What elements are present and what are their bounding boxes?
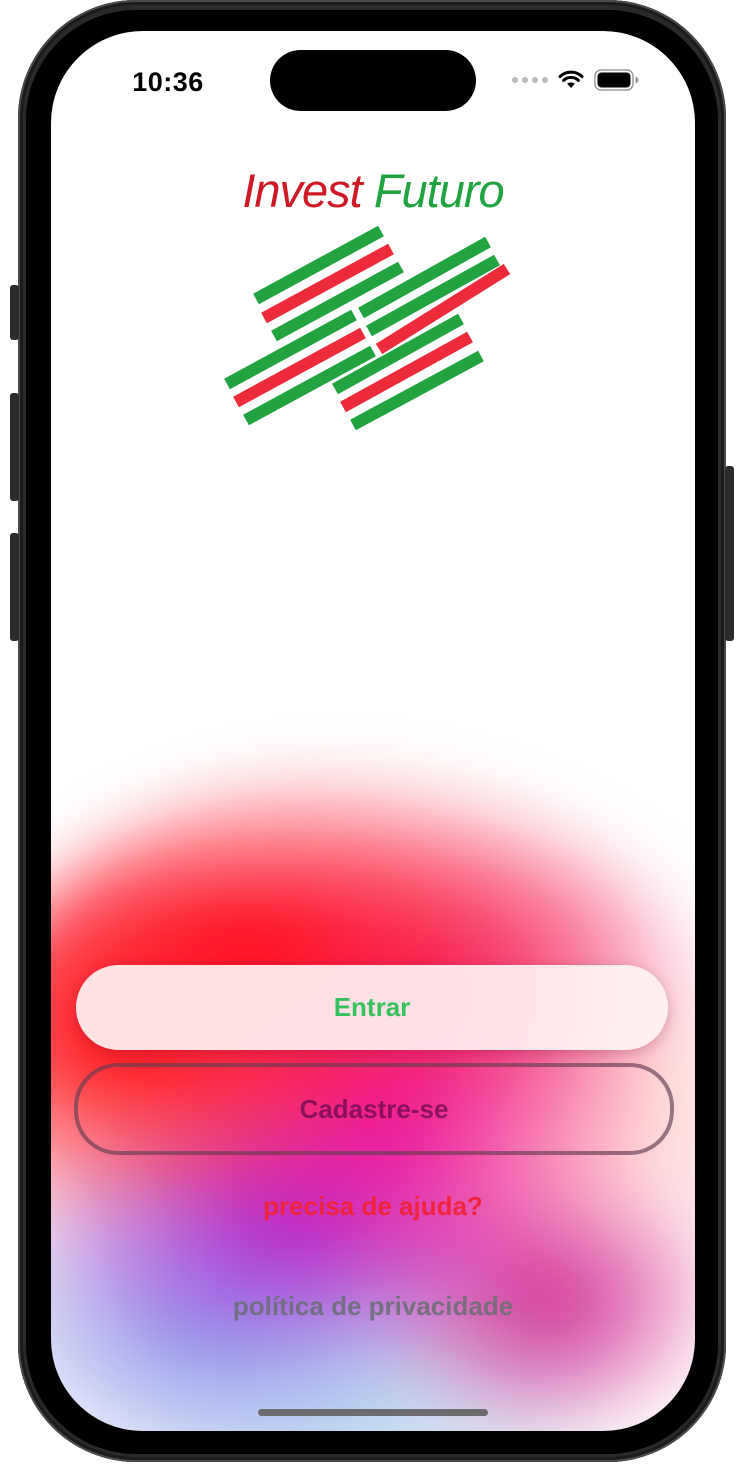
invest-futuro-logo	[224, 225, 511, 431]
signup-button[interactable]: Cadastre-se	[74, 1063, 674, 1155]
action-button	[10, 285, 19, 340]
home-indicator[interactable]	[258, 1409, 488, 1416]
app-screen: 10:36 Invest Futuro Entrar Cadastre-se p…	[51, 31, 695, 1431]
login-button[interactable]: Entrar	[76, 965, 668, 1050]
volume-down-button	[10, 533, 19, 641]
volume-up-button	[10, 393, 19, 501]
privacy-policy-link[interactable]: política de privacidade	[51, 1291, 695, 1322]
power-button	[725, 466, 734, 641]
help-link[interactable]: precisa de ajuda?	[51, 1191, 695, 1222]
